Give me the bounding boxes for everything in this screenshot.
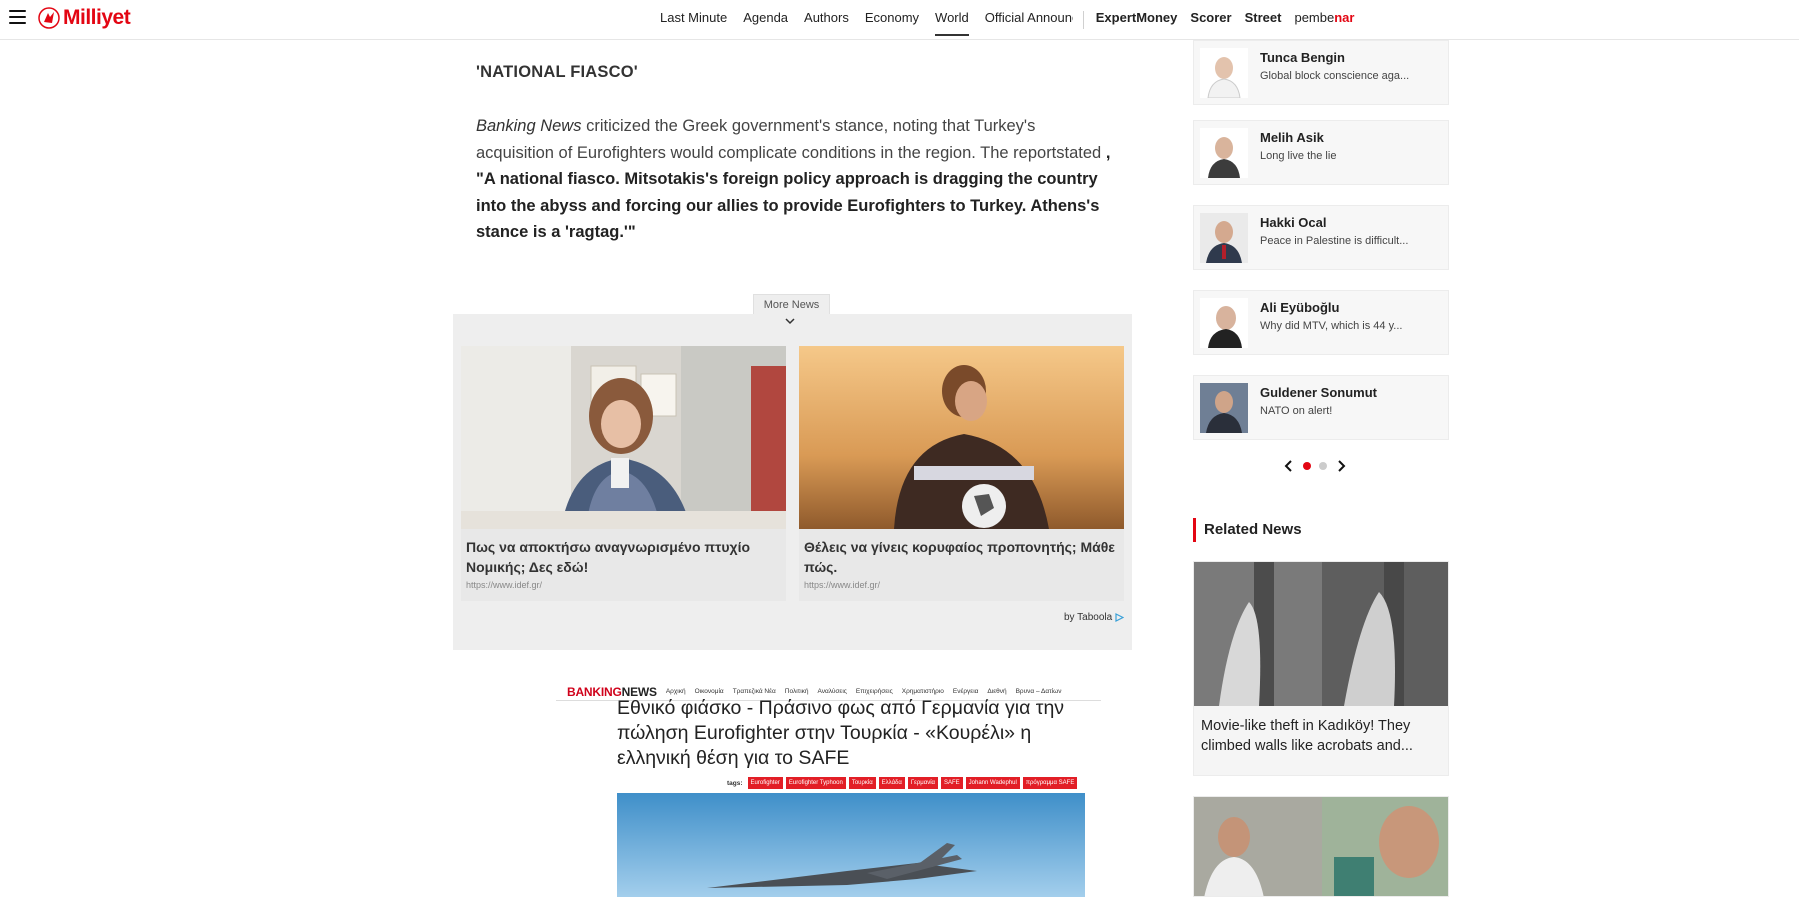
author-avatar bbox=[1200, 298, 1248, 348]
embed-tag: Johann Wadephul bbox=[965, 777, 1020, 789]
related-news-card[interactable] bbox=[1193, 796, 1449, 897]
related-news-heading: Related News bbox=[1193, 518, 1302, 542]
article-body: 'NATIONAL FIASCO' Banking News criticize… bbox=[476, 63, 1116, 246]
nav-last-minute[interactable]: Last Minute bbox=[660, 0, 727, 40]
author-column-title: Peace in Palestine is difficult... bbox=[1260, 235, 1409, 247]
author-name: Tunca Bengin bbox=[1260, 50, 1345, 65]
author-card[interactable]: Tunca Bengin Global block conscience aga… bbox=[1193, 40, 1449, 105]
nav-agenda[interactable]: Agenda bbox=[743, 0, 788, 40]
nav-official-announcements[interactable]: Official Announcements bbox=[985, 0, 1073, 40]
chevron-right-icon[interactable] bbox=[1335, 459, 1347, 473]
source-name: Banking News bbox=[476, 117, 582, 135]
nav-authors[interactable]: Authors bbox=[804, 0, 849, 40]
coach-photo bbox=[799, 346, 1124, 529]
author-avatar bbox=[1200, 213, 1248, 263]
article-subheading: 'NATIONAL FIASCO' bbox=[476, 63, 638, 81]
chevron-down-icon[interactable] bbox=[785, 316, 795, 326]
card-title[interactable]: Θέλεις να γίνεις κορυφαίος προπονητής; Μ… bbox=[799, 529, 1124, 577]
author-avatar bbox=[1200, 383, 1248, 433]
cctv-theft-photo bbox=[1194, 562, 1448, 706]
article-paragraph: Banking News criticized the Greek govern… bbox=[476, 113, 1116, 246]
author-column-title: Long live the lie bbox=[1260, 150, 1337, 162]
author-avatar bbox=[1200, 48, 1248, 98]
author-column-title: Why did MTV, which is 44 y... bbox=[1260, 320, 1403, 332]
author-name: Melih Asik bbox=[1260, 130, 1324, 145]
author-card[interactable]: Melih Asik Long live the lie bbox=[1193, 120, 1449, 185]
embed-headline: Εθνικό φιάσκο - Πράσινο φως από Γερμανία… bbox=[617, 697, 1065, 769]
pager-dot-2[interactable] bbox=[1319, 462, 1327, 470]
embed-tag: Eurofighter Typhoon bbox=[785, 777, 846, 789]
card-title[interactable]: Πως να αποκτήσω αναγνωρισμένο πτυχίο Νομ… bbox=[461, 529, 786, 577]
embed-menu-item: Πολιτική bbox=[784, 688, 809, 695]
taboola-label: by Taboola bbox=[1064, 612, 1113, 623]
embed-menu-item: Επιχειρήσεις bbox=[855, 688, 893, 695]
related-news-card[interactable]: Movie-like theft in Kadıköy! They climbe… bbox=[1193, 561, 1449, 776]
embed-tag: Eurofighter bbox=[747, 777, 783, 789]
logo-emblem-icon bbox=[38, 7, 60, 29]
sponsored-card[interactable]: Θέλεις να γίνεις κορυφαίος προπονητής; Μ… bbox=[799, 346, 1124, 601]
author-card[interactable]: Hakki Ocal Peace in Palestine is difficu… bbox=[1193, 205, 1449, 270]
embed-tag: πρόγραμμα SAFE bbox=[1022, 777, 1078, 789]
student-photo bbox=[461, 346, 786, 529]
author-name: Guldener Sonumut bbox=[1260, 385, 1377, 400]
embed-tags-label: tags: bbox=[727, 779, 743, 787]
menu-icon[interactable] bbox=[9, 10, 26, 24]
nav-street[interactable]: Street bbox=[1245, 0, 1282, 40]
nav-scorer[interactable]: Scorer bbox=[1190, 0, 1231, 40]
embed-tag: Ελλάδα bbox=[878, 777, 905, 789]
chevron-left-icon[interactable] bbox=[1283, 459, 1295, 473]
authors-pager bbox=[1283, 459, 1347, 473]
card-url: https://www.idef.gr/ bbox=[804, 580, 881, 590]
sponsored-card[interactable]: Πως να αποκτήσω αναγνωρισμένο πτυχίο Νομ… bbox=[461, 346, 786, 601]
pager-dot-1[interactable] bbox=[1303, 462, 1311, 470]
milliyet-logo[interactable]: Milliyet bbox=[38, 6, 131, 30]
embed-menu-item: Τραπεζικά Νέα bbox=[732, 688, 776, 695]
embed-menu-item: Αρχική bbox=[665, 688, 686, 695]
embed-tag: Τουρκία bbox=[848, 777, 876, 789]
author-card[interactable]: Guldener Sonumut NATO on alert! bbox=[1193, 375, 1449, 440]
embed-menu-item: Διεθνή bbox=[987, 688, 1007, 695]
embed-tag: SAFE bbox=[941, 777, 963, 789]
nav-divider bbox=[1082, 11, 1084, 29]
nav-pembenar[interactable]: pembenar bbox=[1294, 0, 1354, 40]
embed-tags: tags: Eurofighter Eurofighter Typhoon Το… bbox=[727, 777, 1078, 789]
taboola-attribution[interactable]: by Taboola bbox=[1064, 612, 1125, 623]
adchoices-icon bbox=[1115, 613, 1125, 622]
top-navigation-bar: Milliyet Last Minute Agenda Authors Econ… bbox=[0, 0, 1799, 40]
card-url: https://www.idef.gr/ bbox=[466, 580, 543, 590]
more-news-tab[interactable]: More News bbox=[753, 294, 830, 315]
nav-expertmoney[interactable]: ExpertMoney bbox=[1096, 0, 1178, 40]
author-avatar bbox=[1200, 128, 1248, 178]
embed-menu-item: Χρηματιστήριο bbox=[901, 688, 944, 695]
main-nav: Last Minute Agenda Authors Economy World… bbox=[660, 0, 1354, 40]
embed-menu-item: Οικονομία bbox=[694, 688, 724, 695]
embed-menu-item: Αναλύσεις bbox=[817, 688, 847, 695]
embedded-news-screenshot: BANKINGNEWS Αρχική Οικονομία Τραπεζικά Ν… bbox=[556, 683, 1101, 897]
author-column-title: Global block conscience aga... bbox=[1260, 70, 1410, 82]
nav-world[interactable]: World bbox=[935, 0, 969, 40]
related-news-photo bbox=[1194, 797, 1448, 896]
embed-tag: Γερμανία bbox=[907, 777, 938, 789]
eurofighter-photo bbox=[617, 793, 1085, 897]
related-news-title[interactable]: Movie-like theft in Kadıköy! They climbe… bbox=[1194, 706, 1448, 756]
logo-text: Milliyet bbox=[63, 6, 131, 29]
pembenar-prefix: pembe bbox=[1294, 10, 1335, 25]
author-card[interactable]: Ali Eyüboğlu Why did MTV, which is 44 y.… bbox=[1193, 290, 1449, 355]
author-name: Ali Eyüboğlu bbox=[1260, 300, 1340, 315]
embed-menu-item: Βρυνα – Δατίων bbox=[1015, 688, 1062, 695]
nav-economy[interactable]: Economy bbox=[865, 0, 919, 40]
author-name: Hakki Ocal bbox=[1260, 215, 1327, 230]
author-column-title: NATO on alert! bbox=[1260, 405, 1333, 417]
pembenar-suffix: nar bbox=[1334, 10, 1355, 25]
embed-menu-item: Ενέργεια bbox=[952, 688, 979, 695]
